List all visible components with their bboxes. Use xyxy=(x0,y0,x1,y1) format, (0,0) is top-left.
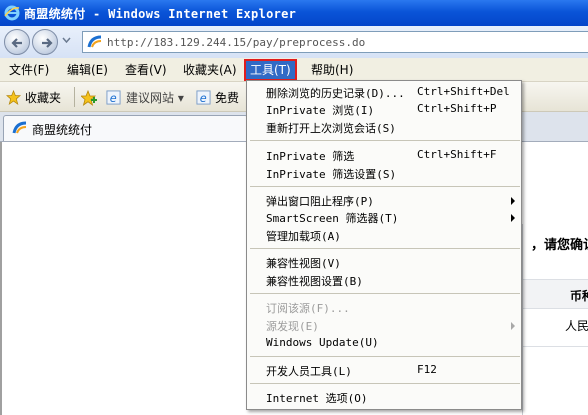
window-title: 商盟统统付 - Windows Internet Explorer xyxy=(24,7,297,21)
table-divider xyxy=(523,346,588,347)
menu-separator xyxy=(250,356,520,357)
menu-tools[interactable]: 工具(T) xyxy=(244,59,297,81)
menu-item-label: 开发人员工具(L) xyxy=(266,365,352,378)
menu-separator xyxy=(250,140,520,141)
menu-view[interactable]: 查看(V) xyxy=(125,61,167,79)
address-url: http://183.129.244.15/pay/preprocess.do xyxy=(107,36,366,49)
menu-item-shortcut: Ctrl+Shift+F xyxy=(417,148,497,161)
menu-item-shortcut: F12 xyxy=(417,363,437,376)
recent-pages-dropdown-icon[interactable] xyxy=(62,37,71,43)
menu-item-windows-update[interactable]: Windows Update(U) xyxy=(247,335,521,352)
forward-arrow-icon xyxy=(42,38,53,48)
forward-button[interactable] xyxy=(32,29,58,55)
content-frame-border xyxy=(0,142,2,415)
submenu-arrow-icon xyxy=(511,322,515,330)
menu-separator xyxy=(250,248,520,249)
menu-item-label: 重新打开上次浏览会话(S) xyxy=(266,122,396,135)
toolbar-separator xyxy=(74,87,75,107)
tab-title: 商盟统统付 xyxy=(32,123,93,137)
menu-item-label: 订阅该源(F)... xyxy=(266,302,350,315)
menu-item-label: 兼容性视图(V) xyxy=(266,257,341,270)
menu-item-developer-tools[interactable]: 开发人员工具(L) F12 xyxy=(247,362,521,379)
menu-item-popup-blocker[interactable]: 弹出窗口阻止程序(P) xyxy=(247,192,521,209)
title-bar: 商盟统统付 - Windows Internet Explorer xyxy=(0,0,588,26)
submenu-arrow-icon xyxy=(511,197,515,205)
menu-item-label: InPrivate 筛选 xyxy=(266,150,355,163)
address-bar[interactable]: http://183.129.244.15/pay/preprocess.do xyxy=(82,31,588,53)
currency-cell: 人民 xyxy=(565,319,588,333)
favorites-star-icon xyxy=(6,90,21,105)
menu-item-label: 兼容性视图设置(B) xyxy=(266,275,363,288)
back-button[interactable] xyxy=(4,29,30,55)
menu-item-compatibility-view[interactable]: 兼容性视图(V) xyxy=(247,254,521,271)
favorites-button[interactable]: 收藏夹 xyxy=(25,89,61,106)
menu-item-label: Internet 选项(O) xyxy=(266,392,368,405)
submenu-arrow-icon xyxy=(511,214,515,222)
add-to-favorites-icon[interactable] xyxy=(81,90,97,106)
menu-item-label: InPrivate 筛选设置(S) xyxy=(266,168,397,181)
menu-item-label: SmartScreen 筛选器(T) xyxy=(266,212,399,225)
menu-bar: 文件(F) 编辑(E) 查看(V) 收藏夹(A) 工具(T) 帮助(H) xyxy=(0,58,588,82)
svg-text:e: e xyxy=(200,92,207,105)
menu-help[interactable]: 帮助(H) xyxy=(311,61,353,79)
menu-separator xyxy=(250,383,520,384)
menu-file[interactable]: 文件(F) xyxy=(9,61,49,79)
table-header: 币种 xyxy=(523,279,588,309)
menu-item-smartscreen-filter[interactable]: SmartScreen 筛选器(T) xyxy=(247,209,521,226)
menu-item-shortcut: Ctrl+Shift+Del xyxy=(417,85,510,98)
address-toolbar: http://183.129.244.15/pay/preprocess.do xyxy=(0,26,588,58)
menu-item-label: 删除浏览的历史记录(D)... xyxy=(266,87,405,100)
site-favicon xyxy=(87,35,103,49)
menu-item-manage-addons[interactable]: 管理加载项(A) xyxy=(247,227,521,244)
svg-text:e: e xyxy=(110,92,117,105)
menu-item-internet-options[interactable]: Internet 选项(O) xyxy=(247,389,521,406)
menu-item-label: 管理加载项(A) xyxy=(266,230,341,243)
menu-item-label: 源发现(E) xyxy=(266,320,319,333)
menu-item-shortcut: Ctrl+Shift+P xyxy=(417,102,497,115)
menu-item-label: Windows Update(U) xyxy=(266,336,379,349)
menu-favorites[interactable]: 收藏夹(A) xyxy=(183,61,237,79)
menu-item-inprivate-filtering-settings[interactable]: InPrivate 筛选设置(S) xyxy=(247,165,521,182)
menu-item-label: 弹出窗口阻止程序(P) xyxy=(266,195,374,208)
tools-menu: 删除浏览的历史记录(D)... Ctrl+Shift+Del InPrivate… xyxy=(246,80,522,410)
currency-column-header: 币种 xyxy=(570,289,588,303)
suggested-sites-icon: e xyxy=(106,90,121,105)
internet-explorer-icon xyxy=(4,5,20,21)
menu-separator xyxy=(250,186,520,187)
free-link[interactable]: 免费 xyxy=(215,89,239,106)
web-slice-icon: e xyxy=(196,90,211,105)
menu-separator xyxy=(250,293,520,294)
menu-item-subscribe-feed: 订阅该源(F)... xyxy=(247,299,521,316)
menu-item-compatibility-view-settings[interactable]: 兼容性视图设置(B) xyxy=(247,272,521,289)
payment-panel: ，请您确认 币种 人民 xyxy=(522,224,588,415)
menu-item-delete-history[interactable]: 删除浏览的历史记录(D)... Ctrl+Shift+Del xyxy=(247,84,521,101)
back-arrow-icon xyxy=(11,38,22,48)
confirm-text: ，请您确认 xyxy=(531,238,588,253)
menu-edit[interactable]: 编辑(E) xyxy=(67,61,108,79)
suggested-sites-button[interactable]: 建议网站 ▾ xyxy=(126,89,184,106)
menu-item-feed-discovery: 源发现(E) xyxy=(247,317,521,334)
menu-item-reopen-last-session[interactable]: 重新打开上次浏览会话(S) xyxy=(247,119,521,136)
menu-item-inprivate-filtering[interactable]: InPrivate 筛选 Ctrl+Shift+F xyxy=(247,147,521,164)
menu-item-label: InPrivate 浏览(I) xyxy=(266,104,375,117)
menu-item-inprivate-browsing[interactable]: InPrivate 浏览(I) Ctrl+Shift+P xyxy=(247,101,521,118)
tab-favicon xyxy=(12,121,27,134)
browser-tab[interactable]: 商盟统统付 xyxy=(3,115,248,141)
